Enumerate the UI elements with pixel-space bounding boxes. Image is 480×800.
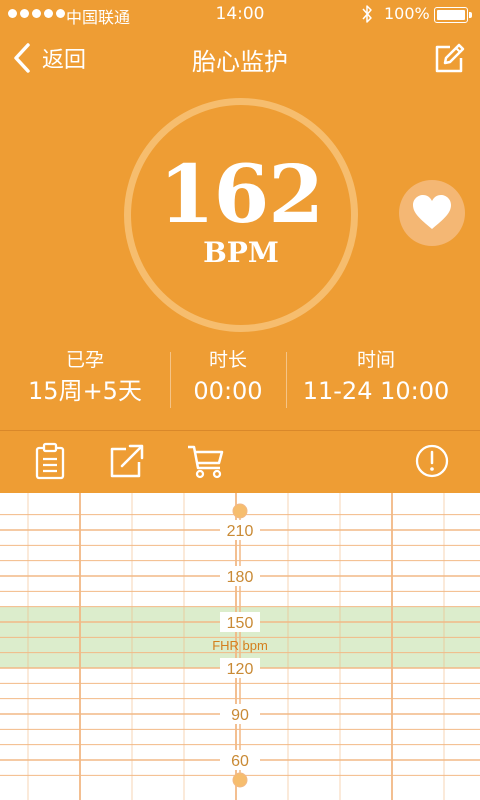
time-value: 11-24 10:00	[302, 377, 450, 405]
alert-icon[interactable]	[412, 442, 452, 480]
time-label: 时间	[356, 349, 395, 371]
duration-stat: 时长 00:00	[170, 348, 286, 406]
status-bar: 中国联通 14:00 100%	[0, 0, 480, 30]
bluetooth-icon	[362, 5, 372, 23]
y-tick-label: 90	[231, 707, 249, 724]
back-label: 返回	[42, 48, 87, 73]
y-tick-label: 210	[227, 523, 254, 540]
y-axis-label: FHR bpm	[212, 638, 268, 653]
duration-label: 时长	[208, 349, 247, 371]
y-tick-label: 180	[227, 569, 254, 586]
duration-value: 00:00	[193, 377, 263, 405]
y-tick-label: 120	[227, 661, 254, 678]
heart-icon	[413, 195, 451, 229]
battery-tip	[469, 12, 472, 18]
bpm-value: 162	[159, 147, 324, 241]
bpm-unit: BPM	[203, 236, 279, 269]
battery-percent: 100%	[384, 4, 430, 23]
battery-icon	[434, 7, 468, 23]
cart-icon[interactable]	[186, 442, 226, 480]
time-stat: 时间 11-24 10:00	[286, 348, 466, 406]
pregnancy-value: 15周+5天	[28, 377, 142, 405]
header-panel: 中国联通 14:00 100% 返回 胎心监护 162 BPM 已孕 15周+5…	[0, 0, 480, 493]
back-button[interactable]: 返回	[12, 40, 86, 76]
edit-icon[interactable]	[432, 42, 466, 76]
chevron-left-icon	[14, 43, 30, 73]
fhr-chart[interactable]: 210 180 150 120 90 60 FHR bpm	[0, 493, 480, 800]
pregnancy-label: 已孕	[65, 349, 104, 371]
share-icon[interactable]	[108, 442, 148, 480]
y-tick-label: 60	[231, 753, 249, 770]
toolbar-divider	[0, 430, 480, 431]
pregnancy-stat: 已孕 15周+5天	[0, 348, 170, 406]
cursor-handle-top	[232, 503, 248, 519]
heart-button[interactable]	[399, 180, 465, 246]
cursor-handle-bottom	[232, 772, 248, 788]
y-tick-label: 150	[227, 615, 254, 632]
clipboard-icon[interactable]	[30, 442, 70, 480]
